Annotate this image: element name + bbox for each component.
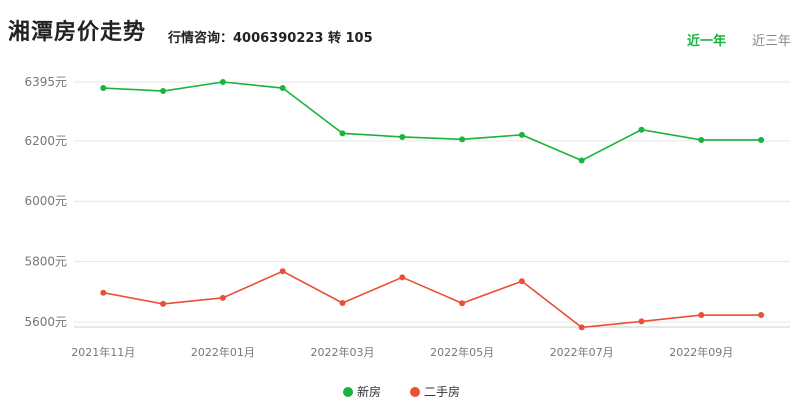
x-tick-label: 2022年05月 — [430, 345, 494, 359]
x-tick-label: 2022年03月 — [311, 345, 375, 359]
price-trend-chart: 6395元 6200元 6000元 5800元 5600元 2021年11月 2022年01… — [24, 75, 790, 359]
legend-label-second: 二手房 — [424, 385, 461, 399]
x-tick-label: 2022年09月 — [669, 345, 733, 359]
data-point-new — [399, 133, 406, 140]
data-point-new — [279, 85, 286, 92]
data-point-new — [459, 136, 466, 143]
data-point-second — [219, 294, 226, 301]
data-point-second — [698, 312, 705, 319]
legend-item-new[interactable]: 新房 — [343, 383, 381, 400]
y-tick-label: 6200元 — [24, 134, 67, 148]
legend-dot-new-icon — [343, 386, 353, 397]
y-tick-label: 5800元 — [24, 255, 67, 269]
data-point-new — [100, 85, 107, 92]
data-point-second — [279, 268, 286, 275]
series-line-second — [103, 270, 762, 329]
data-point-second — [518, 278, 525, 285]
x-tick-label: 2021年11月 — [71, 345, 135, 359]
data-point-second — [339, 299, 346, 306]
x-tick-label: 2022年07月 — [550, 345, 614, 359]
data-point-second — [459, 300, 466, 307]
data-point-second — [160, 300, 167, 307]
data-point-second — [638, 318, 645, 325]
y-tick-label: 6395元 — [24, 75, 67, 89]
series-line-new — [103, 81, 762, 162]
legend-label-new: 新房 — [357, 385, 382, 399]
data-point-new — [758, 136, 765, 143]
data-point-second — [578, 324, 585, 331]
data-point-new — [578, 157, 585, 164]
data-point-new — [518, 131, 525, 138]
legend-dot-second-icon — [410, 386, 420, 397]
y-tick-label: 6000元 — [24, 194, 67, 208]
data-point-second — [758, 312, 765, 319]
data-point-second — [100, 289, 107, 296]
y-tick-label: 5600元 — [24, 315, 67, 329]
x-tick-label: 2022年01月 — [191, 345, 255, 359]
data-point-new — [698, 136, 705, 143]
data-point-second — [399, 274, 406, 281]
legend-item-second[interactable]: 二手房 — [410, 383, 460, 400]
data-point-new — [219, 79, 226, 85]
data-point-new — [339, 130, 346, 137]
data-point-new — [638, 126, 645, 133]
data-point-new — [160, 88, 167, 95]
